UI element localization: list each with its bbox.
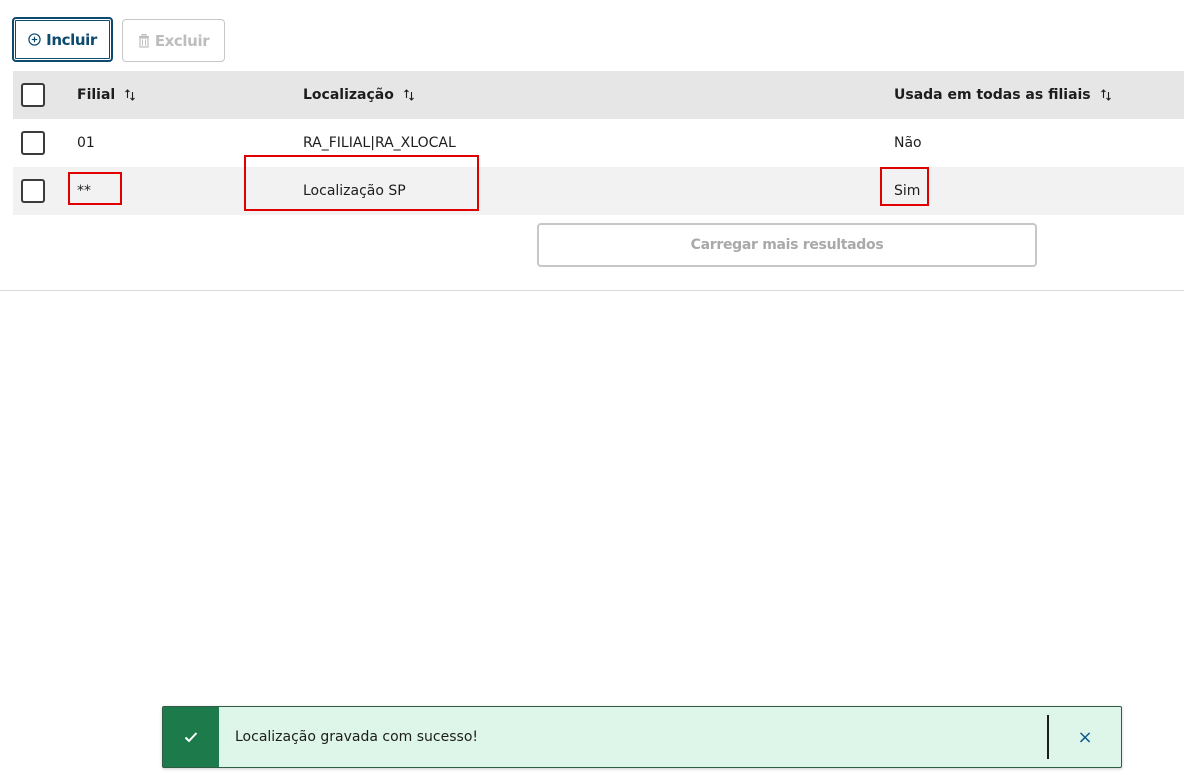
trash-icon (138, 33, 150, 48)
select-all-checkbox[interactable] (21, 83, 45, 107)
check-icon (184, 728, 198, 747)
table-row[interactable]: 01 RA_FILIAL|RA_XLOCAL Não (13, 119, 1184, 167)
column-header-label: Localização (303, 87, 394, 103)
table-row[interactable]: ** Localização SP Sim (13, 167, 1184, 215)
include-button[interactable]: Incluir (12, 17, 113, 62)
row-checkbox[interactable] (21, 179, 45, 203)
row-select-cell (21, 119, 45, 167)
column-header-usada[interactable]: Usada em todas as filiais (894, 71, 1112, 119)
cell-filial: ** (77, 183, 91, 199)
cell-localizacao: Localização SP (303, 183, 406, 199)
page: Incluir Excluir Filial Localização Usada… (0, 0, 1184, 775)
column-header-label: Usada em todas as filiais (894, 87, 1091, 103)
cell-filial: 01 (77, 135, 95, 151)
row-checkbox[interactable] (21, 131, 45, 155)
delete-button[interactable]: Excluir (122, 19, 225, 62)
data-table: Filial Localização Usada em todas as fil… (13, 71, 1184, 215)
table-header: Filial Localização Usada em todas as fil… (13, 71, 1184, 119)
close-icon[interactable]: × (1049, 707, 1121, 767)
column-header-filial[interactable]: Filial (77, 71, 136, 119)
toast-message: Localização gravada com sucesso! (235, 729, 478, 745)
cell-usada: Sim (894, 183, 921, 199)
select-all-cell (21, 71, 45, 119)
row-select-cell (21, 167, 45, 215)
divider (0, 290, 1184, 291)
plus-circle-icon (28, 33, 41, 46)
cell-usada: Não (894, 135, 922, 151)
sort-icon[interactable] (403, 89, 415, 101)
sort-icon[interactable] (124, 89, 136, 101)
success-toast: Localização gravada com sucesso! × (162, 706, 1122, 768)
load-more-button[interactable]: Carregar mais resultados (537, 223, 1037, 267)
toast-icon-box (163, 707, 219, 767)
include-button-label: Incluir (46, 30, 97, 49)
sort-icon[interactable] (1100, 89, 1112, 101)
delete-button-label: Excluir (154, 31, 210, 50)
cell-localizacao: RA_FILIAL|RA_XLOCAL (303, 135, 456, 151)
column-header-localizacao[interactable]: Localização (303, 71, 415, 119)
column-header-label: Filial (77, 87, 116, 103)
toolbar: Incluir Excluir (12, 17, 225, 62)
